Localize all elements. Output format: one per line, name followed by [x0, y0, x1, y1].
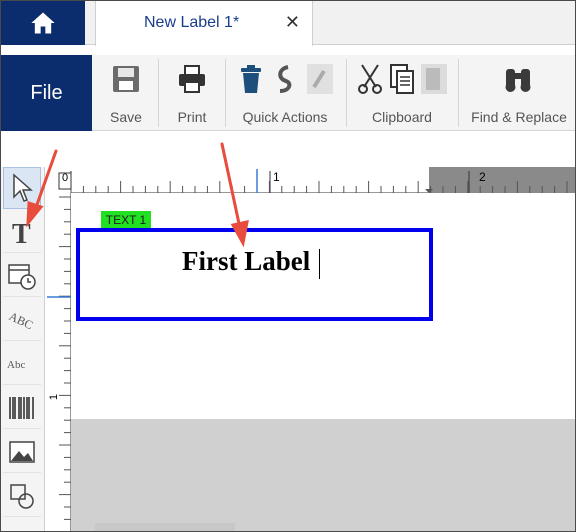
app-window: New Label 1* ✕ File Save Print Quick Act…	[0, 0, 576, 532]
annotation-arrows	[26, 142, 249, 248]
